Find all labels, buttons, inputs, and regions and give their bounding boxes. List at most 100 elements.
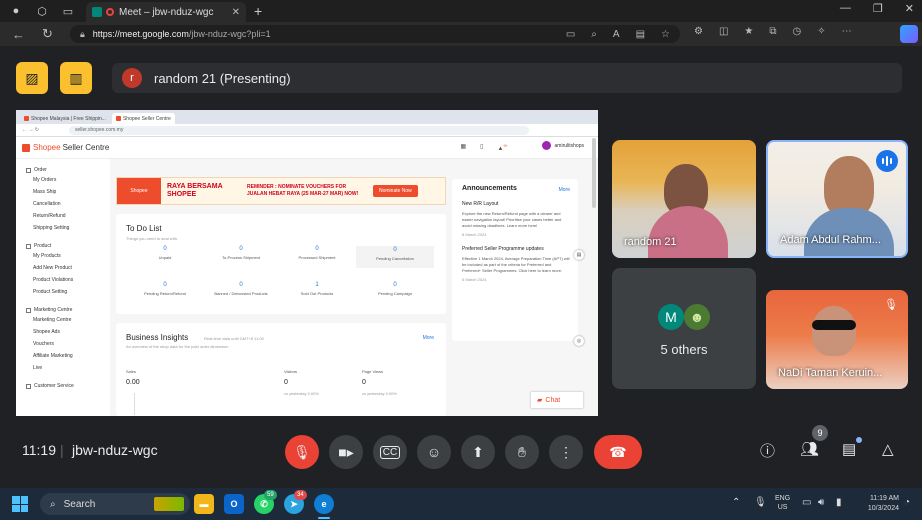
immersive-reader-icon[interactable]: ▤ (636, 29, 645, 40)
copilot-icon[interactable] (900, 25, 918, 43)
new-tab-button[interactable]: + (254, 3, 262, 19)
insights-realtime: Real-time data until GMT+8 11:00 (204, 336, 264, 341)
shared-browser-tabs: Shopee Malaysia | Free Shippin... Shopee… (16, 110, 598, 124)
raise-hand-button[interactable]: ✋︎ (505, 435, 539, 469)
mic-off-button[interactable]: 🎙︎ (285, 435, 319, 469)
section-icon (26, 383, 31, 389)
emoji-icon: ☺ (426, 444, 442, 460)
tab-actions-icon[interactable]: ▭ (58, 1, 78, 21)
sunglasses (812, 320, 856, 330)
favorites-icon[interactable]: ★ (744, 26, 753, 37)
metric-value: 0 (362, 379, 366, 386)
shared-address-bar: ← → ↻ seller.shopee.com.my (16, 124, 598, 137)
windows-start-icon[interactable] (12, 496, 28, 512)
announcement-date: 5 March 2024 (462, 277, 487, 282)
participant-tile[interactable]: random 21 (612, 140, 756, 258)
participant-tile[interactable]: 🎙︎ NaDi Taman Keruin... (766, 290, 908, 389)
captions-button[interactable]: CC (373, 435, 407, 469)
volume-icon[interactable]: 🔊︎ (818, 497, 824, 508)
extension-icon[interactable]: ⚙ (694, 26, 703, 37)
more-menu-icon[interactable]: ⋯ (842, 26, 852, 37)
stop-presenting-icon[interactable]: ▨ (16, 62, 48, 94)
language-indicator[interactable]: ENG US (775, 494, 790, 512)
microphone-icon[interactable]: 🎙︎ (754, 497, 767, 508)
history-icon[interactable]: ◷ (793, 26, 802, 37)
favorite-star-icon[interactable]: ☆ (661, 29, 670, 40)
sidebar-item: Cancellation (33, 201, 61, 207)
sidebar-section: Customer Service (26, 383, 110, 389)
browser-tab-bar: ● ⬡ ▭ Meet – jbw-nduz-wgc ✕ + — ❐ ✕ (0, 0, 922, 22)
battery-icon[interactable]: ▮ (836, 497, 842, 508)
camera-permission-icon[interactable]: ▭ (566, 29, 575, 40)
present-button[interactable]: ⬆ (461, 435, 495, 469)
banner-reminder: REMINDER : NOMINATE VOUCHERS FOR JUALAN … (247, 184, 359, 197)
announcement-list: New R/R Layout Explore the new Return/Ref… (462, 201, 578, 282)
present-icon: ⬆ (472, 443, 484, 460)
camera-button[interactable]: ■▸ (329, 435, 363, 469)
speaking-indicator-icon (876, 150, 898, 172)
meeting-info-icon[interactable]: ⓘ (760, 440, 775, 461)
participant-video-body (648, 206, 728, 258)
split-screen-icon[interactable]: ◫ (719, 26, 728, 37)
todo-cell: 0 Pending Campaign (377, 282, 413, 296)
shared-side-icon: ◎ (574, 336, 584, 346)
meeting-code: jbw-nduz-wgc (72, 442, 158, 458)
leave-call-button[interactable]: ☎︎ (594, 435, 642, 469)
taskbar-search[interactable]: ⌕ Search (40, 493, 190, 515)
collections-icon[interactable]: ⧉ (769, 26, 776, 37)
others-tile[interactable]: M ☻ 5 others (612, 268, 756, 389)
file-explorer-icon[interactable]: ▬ (194, 494, 214, 514)
announcements-card: Announcements More New R/R Layout Explore… (452, 179, 578, 341)
layout-icon[interactable]: ▥ (60, 62, 92, 94)
read-aloud-icon[interactable]: A (613, 29, 620, 40)
people-icon[interactable]: 👥︎ (800, 440, 819, 458)
profile-icon[interactable]: ● (6, 1, 26, 21)
todo-cell: 0 Banned / Deboosted Products (214, 282, 268, 296)
insights-title: Business Insights (126, 333, 189, 342)
zoom-icon[interactable]: ⌕ (591, 29, 597, 40)
section-icon (26, 243, 31, 249)
more-options-button[interactable]: ⋮ (549, 435, 583, 469)
book-icon: ▯ (480, 144, 484, 150)
lock-icon[interactable]: 🔒︎ (80, 29, 85, 40)
sidebar-item: Affiliate Marketing (33, 353, 73, 359)
maximize-icon[interactable]: ❐ (873, 2, 883, 15)
chat-icon[interactable]: ▤ (842, 440, 856, 458)
announcement-heading: Preferred Seller Programme updates (462, 246, 544, 252)
url-field[interactable]: 🔒︎ https://meet.google.com/jbw-nduz-wgc?… (70, 25, 680, 43)
close-window-icon[interactable]: ✕ (905, 2, 914, 15)
participant-tile-speaking[interactable]: Adam Abdul Rahm... (766, 140, 908, 258)
sidebar-section: Product (26, 243, 110, 249)
sidebar-item: Product Violations (33, 277, 74, 283)
people-count-badge: 9 (812, 425, 828, 441)
monitor-icon[interactable]: ▭ (802, 497, 811, 508)
edge-icon[interactable]: e (314, 494, 334, 514)
notification-icon: ▲9+ (497, 143, 508, 152)
minimize-icon[interactable]: — (840, 2, 851, 15)
taskbar-clock[interactable]: 11:19 AM 10/3/2024 (855, 494, 899, 514)
banner-brand: Shopee (117, 178, 161, 204)
announcements-more: More (558, 187, 570, 193)
show-hidden-icons[interactable]: ⌃ (732, 497, 740, 508)
activities-icon[interactable]: △ (882, 440, 894, 458)
camera-icon: ■▸ (338, 443, 354, 460)
notifications-icon[interactable]: ◔ (904, 497, 910, 508)
workspaces-icon[interactable]: ⬡ (32, 1, 52, 21)
extensions-puzzle-icon[interactable]: ✧ (817, 26, 825, 37)
insights-chart-axis (134, 393, 135, 415)
sidebar-item: Live (33, 365, 43, 371)
todo-cell: 0 Processed Shipment (298, 246, 336, 260)
url-host: https://meet.google.com (92, 29, 189, 39)
seller-sidebar: Order My Orders Mass Ship Cancellation Retur… (16, 159, 110, 416)
reactions-button[interactable]: ☺ (417, 435, 451, 469)
refresh-icon[interactable]: ↻ (42, 26, 60, 42)
back-icon[interactable]: ← (12, 27, 30, 42)
participant-video-body (804, 208, 894, 256)
sidebar-item: Marketing Centre (33, 317, 72, 323)
shopee-bag-icon (22, 143, 30, 152)
outlook-icon[interactable]: O (224, 494, 244, 514)
others-avatar-m: M (658, 304, 684, 330)
shopee-favicon-icon (24, 116, 29, 121)
close-tab-icon[interactable]: ✕ (232, 7, 240, 18)
tab-meet[interactable]: Meet – jbw-nduz-wgc ✕ (86, 2, 246, 22)
